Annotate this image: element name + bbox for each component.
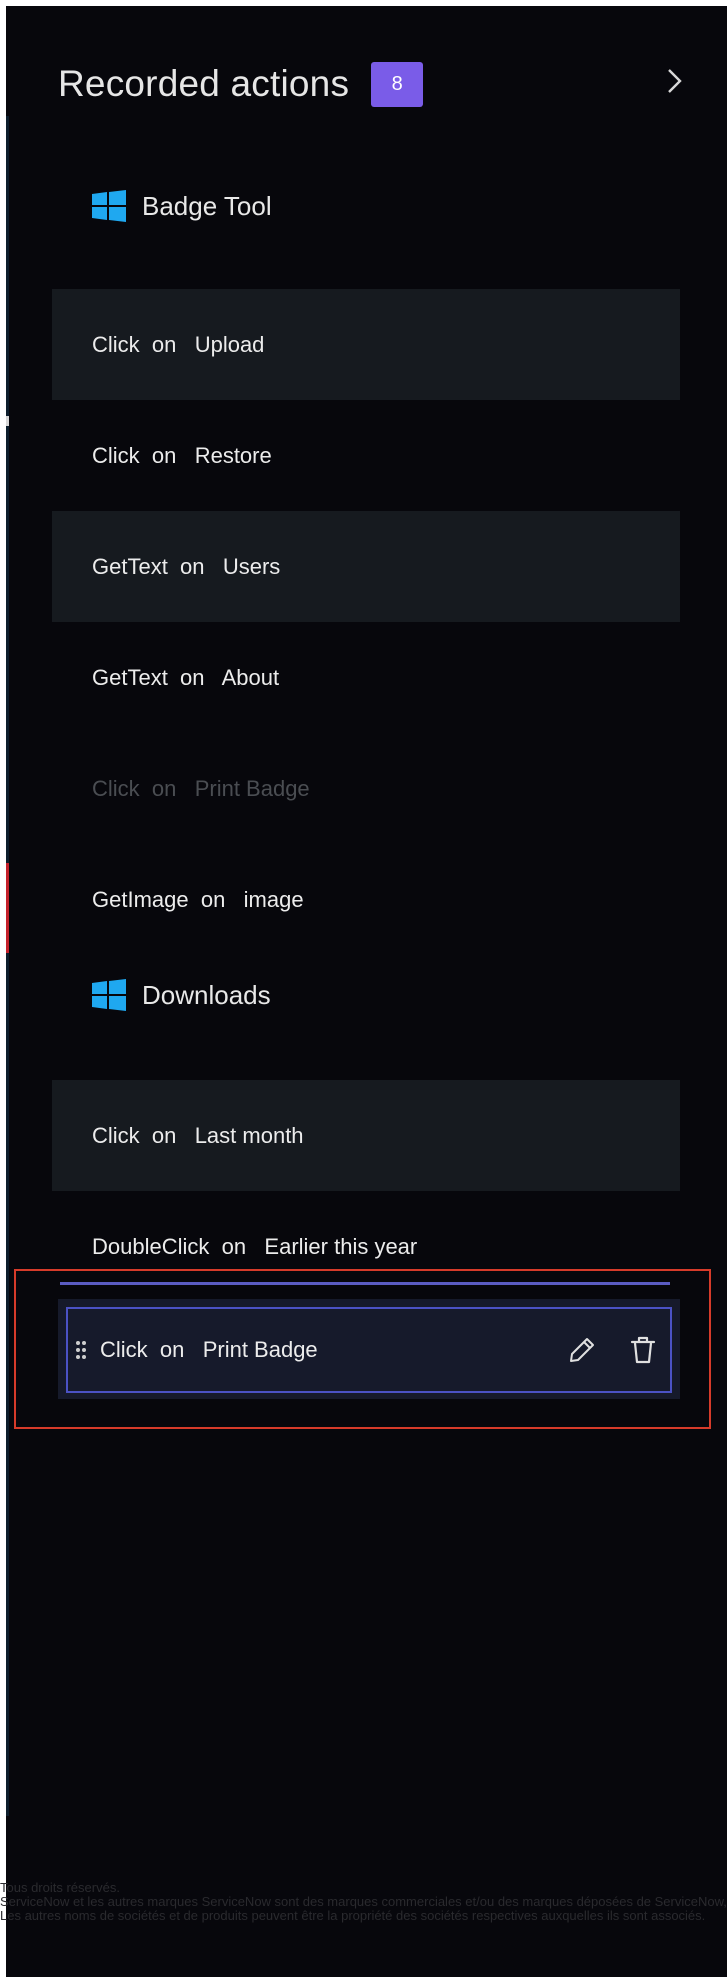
windows-logo-icon — [92, 190, 126, 222]
action-row[interactable]: Click on Restore — [52, 400, 680, 511]
action-label: Click on Upload — [92, 331, 265, 357]
action-label: DoubleClick on Earlier this year — [92, 1233, 418, 1259]
action-row-dragging-placeholder[interactable]: Click on Print Badge — [52, 733, 680, 844]
action-label: Click on Restore — [92, 442, 272, 468]
group-label: Badge Tool — [142, 190, 272, 221]
left-edge-strip — [6, 116, 9, 1816]
action-row[interactable]: GetImage on image — [52, 844, 680, 955]
footer-line-1: Tous droits réservés. — [0, 1881, 120, 1895]
group-header-badge-tool: Badge Tool — [92, 182, 272, 230]
windows-logo-icon — [92, 979, 126, 1011]
dragged-action-row[interactable]: Click on Print Badge — [66, 1307, 672, 1393]
left-edge-marker — [6, 416, 9, 426]
copyright-footer: Tous droits réservés. ServiceNow et les … — [0, 1881, 727, 1923]
group-header-downloads: Downloads — [92, 971, 271, 1019]
panel-header: Recorded actions 8 — [58, 56, 424, 112]
trash-icon[interactable] — [630, 1335, 656, 1365]
footer-line-3: Les autres noms de sociétés et de produi… — [0, 1909, 706, 1923]
action-row[interactable]: Click on Upload — [52, 289, 680, 400]
action-row[interactable]: GetText on About — [52, 622, 680, 733]
panel-title: Recorded actions — [58, 63, 350, 104]
action-row[interactable]: DoubleClick on Earlier this year — [52, 1191, 680, 1302]
group-label: Downloads — [142, 979, 271, 1010]
drag-handle-icon[interactable] — [74, 1339, 88, 1361]
action-row[interactable]: GetText on Users — [52, 511, 680, 622]
action-row[interactable]: Click on Last month — [52, 1080, 680, 1191]
left-edge-error-marker — [6, 863, 9, 953]
action-label: GetText on Users — [92, 553, 281, 579]
chevron-right-icon[interactable] — [661, 64, 687, 98]
recorded-actions-panel: Recorded actions 8 Badge Tool Click on U… — [6, 6, 727, 1977]
dragged-action-card[interactable]: Click on Print Badge — [58, 1299, 680, 1399]
footer-line-2: ServiceNow et les autres marques Service… — [0, 1895, 727, 1909]
drop-indicator-line — [60, 1282, 670, 1285]
action-label: Click on Print Badge — [100, 1337, 318, 1362]
pencil-icon[interactable] — [568, 1336, 596, 1364]
action-label: GetText on About — [92, 664, 280, 690]
action-label: Click on Print Badge — [92, 775, 310, 801]
action-label: Click on Last month — [92, 1122, 304, 1148]
action-label: GetImage on image — [92, 886, 304, 912]
action-count-badge: 8 — [371, 61, 424, 107]
